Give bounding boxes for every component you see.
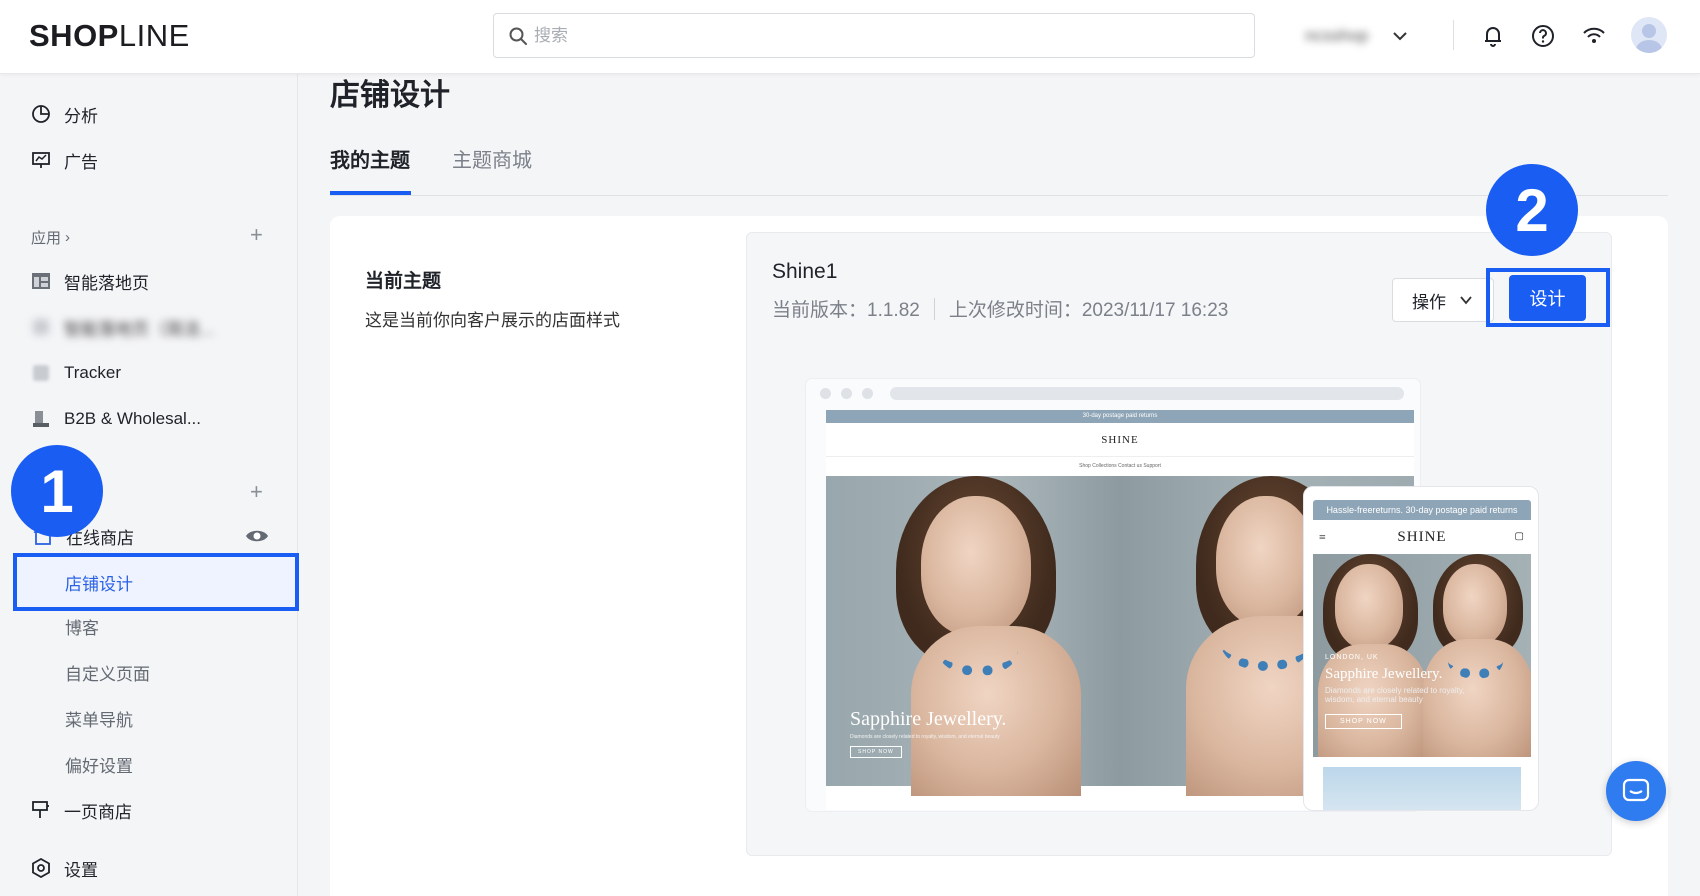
tab-theme-store[interactable]: 主题商城	[452, 144, 532, 173]
mobile-brand: ≡ SHINE ▢	[1313, 520, 1531, 554]
actions-label: 操作	[1412, 292, 1446, 312]
mobile-shop-now: SHOP NOW	[1325, 714, 1402, 729]
store-name: ncsshop	[1305, 26, 1369, 45]
help-icon[interactable]	[1529, 22, 1557, 50]
mobile-announcement-bar: Hassle-freereturns. 30-day postage paid …	[1313, 500, 1531, 520]
theme-version: 当前版本：1.1.82	[772, 300, 920, 321]
hamburger-icon: ≡	[1319, 530, 1327, 544]
theme-name: Shine1	[772, 260, 838, 283]
sidebar-item-blog[interactable]: 博客	[65, 611, 99, 641]
landing-page-icon	[30, 270, 52, 292]
chevron-right-icon: ›	[65, 229, 71, 246]
sidebar-item-label: 分析	[64, 106, 98, 126]
window-dots	[820, 388, 873, 399]
bell-icon[interactable]	[1479, 22, 1507, 50]
eye-icon[interactable]	[245, 528, 269, 544]
search-input[interactable]	[534, 22, 1234, 50]
sidebar-item-app-blurred[interactable]: 智能落地页（简洁...	[30, 310, 214, 344]
tab-my-themes[interactable]: 我的主题	[330, 144, 410, 173]
store-switcher[interactable]: ncsshop	[1305, 20, 1415, 52]
sidebar-item-label: 一页商店	[64, 802, 132, 822]
sidebar-item-settings[interactable]: 设置	[30, 851, 98, 885]
announcement-bar: 30-day postage paid returns	[826, 410, 1414, 423]
step-1-marker: 1	[11, 445, 103, 537]
mobile-hero-image: LONDON, UK Sapphire Jewellery. Diamonds …	[1313, 554, 1531, 757]
sidebar-item-label: Tracker	[64, 363, 121, 382]
top-bar: SHOPLINE ncsshop	[0, 0, 1700, 74]
apps-section-label[interactable]: 应用 ›	[31, 227, 70, 248]
sidebar-item-label: 设置	[64, 860, 98, 880]
current-theme-desc: 这是当前你向客户展示的店面样式	[365, 311, 620, 330]
mobile-hero-title: Sapphire Jewellery.	[1325, 666, 1443, 682]
divider	[933, 297, 935, 320]
avatar[interactable]	[1631, 17, 1667, 53]
theme-modified: 上次修改时间：2023/11/17 16:23	[948, 300, 1229, 321]
app-icon	[30, 316, 52, 338]
chat-icon	[1622, 778, 1650, 802]
site-brand: SHINE	[826, 423, 1414, 457]
wifi-icon[interactable]	[1580, 22, 1608, 50]
sidebar-item-ads[interactable]: 广告	[30, 143, 98, 177]
sidebar-item-label: 店铺设计	[65, 575, 133, 594]
add-sales-channel-icon[interactable]: +	[250, 479, 263, 505]
mobile-location: LONDON, UK	[1325, 654, 1379, 661]
add-app-icon[interactable]: +	[250, 222, 263, 248]
mobile-hero-subtitle: Diamonds are closely related to royalty,…	[1325, 686, 1465, 704]
analytics-icon	[30, 103, 52, 125]
sidebar-item-label: 广告	[64, 152, 98, 172]
sidebar-item-label: B2B & Wholesal...	[64, 409, 202, 428]
theme-meta: 当前版本：1.1.82 上次修改时间：2023/11/17 16:23	[772, 295, 1228, 322]
search-box[interactable]	[493, 13, 1255, 58]
sidebar-item-custom-pages[interactable]: 自定义页面	[65, 657, 150, 687]
sidebar-item-preferences[interactable]: 偏好设置	[65, 749, 133, 779]
tracker-icon	[30, 362, 52, 384]
gear-icon	[30, 857, 52, 879]
search-icon	[509, 27, 527, 45]
sidebar-item-analytics[interactable]: 分析	[30, 97, 98, 131]
site-nav: Shop Collections Contact us Support	[1079, 463, 1161, 469]
b2b-icon	[30, 408, 52, 430]
ring-image	[1323, 767, 1521, 810]
design-button[interactable]: 设计	[1509, 275, 1586, 321]
hero-title: Sapphire Jewellery.	[850, 708, 1007, 730]
bag-icon: ▢	[1514, 531, 1525, 542]
chevron-down-icon	[1393, 32, 1407, 41]
step-2-marker: 2	[1486, 164, 1578, 256]
sidebar-item-b2b[interactable]: B2B & Wholesal...	[30, 402, 201, 436]
ads-icon	[30, 149, 52, 171]
sidebar-item-tracker[interactable]: Tracker	[30, 356, 121, 390]
page-title: 店铺设计	[330, 79, 450, 112]
hero-subtitle: Diamonds are closely related to royalty,…	[850, 734, 1000, 740]
current-theme-title: 当前主题	[365, 271, 442, 292]
shopline-logo[interactable]: SHOPLINE	[29, 18, 190, 54]
theme-tabs: 我的主题 主题商城	[330, 140, 1668, 196]
hero-shop-now: SHOP NOW	[850, 746, 902, 758]
divider	[1453, 20, 1454, 50]
sidebar-item-landing-page[interactable]: 智能落地页	[30, 264, 149, 298]
active-tab-indicator	[330, 191, 411, 195]
url-bar	[890, 387, 1404, 400]
chat-button[interactable]	[1606, 761, 1666, 821]
mobile-preview: Hassle-freereturns. 30-day postage paid …	[1303, 486, 1539, 811]
sidebar-item-label: 智能落地页（简洁...	[64, 319, 215, 339]
sidebar-item-label: 智能落地页	[64, 273, 149, 293]
actions-dropdown[interactable]: 操作	[1392, 278, 1494, 322]
chevron-down-icon	[1460, 296, 1472, 305]
sidebar-item-store-design[interactable]: 店铺设计	[13, 553, 299, 611]
sidebar-item-menu-nav[interactable]: 菜单导航	[65, 703, 133, 733]
sidebar-item-one-page-store[interactable]: 一页商店	[30, 793, 132, 827]
one-page-store-icon	[30, 799, 52, 821]
